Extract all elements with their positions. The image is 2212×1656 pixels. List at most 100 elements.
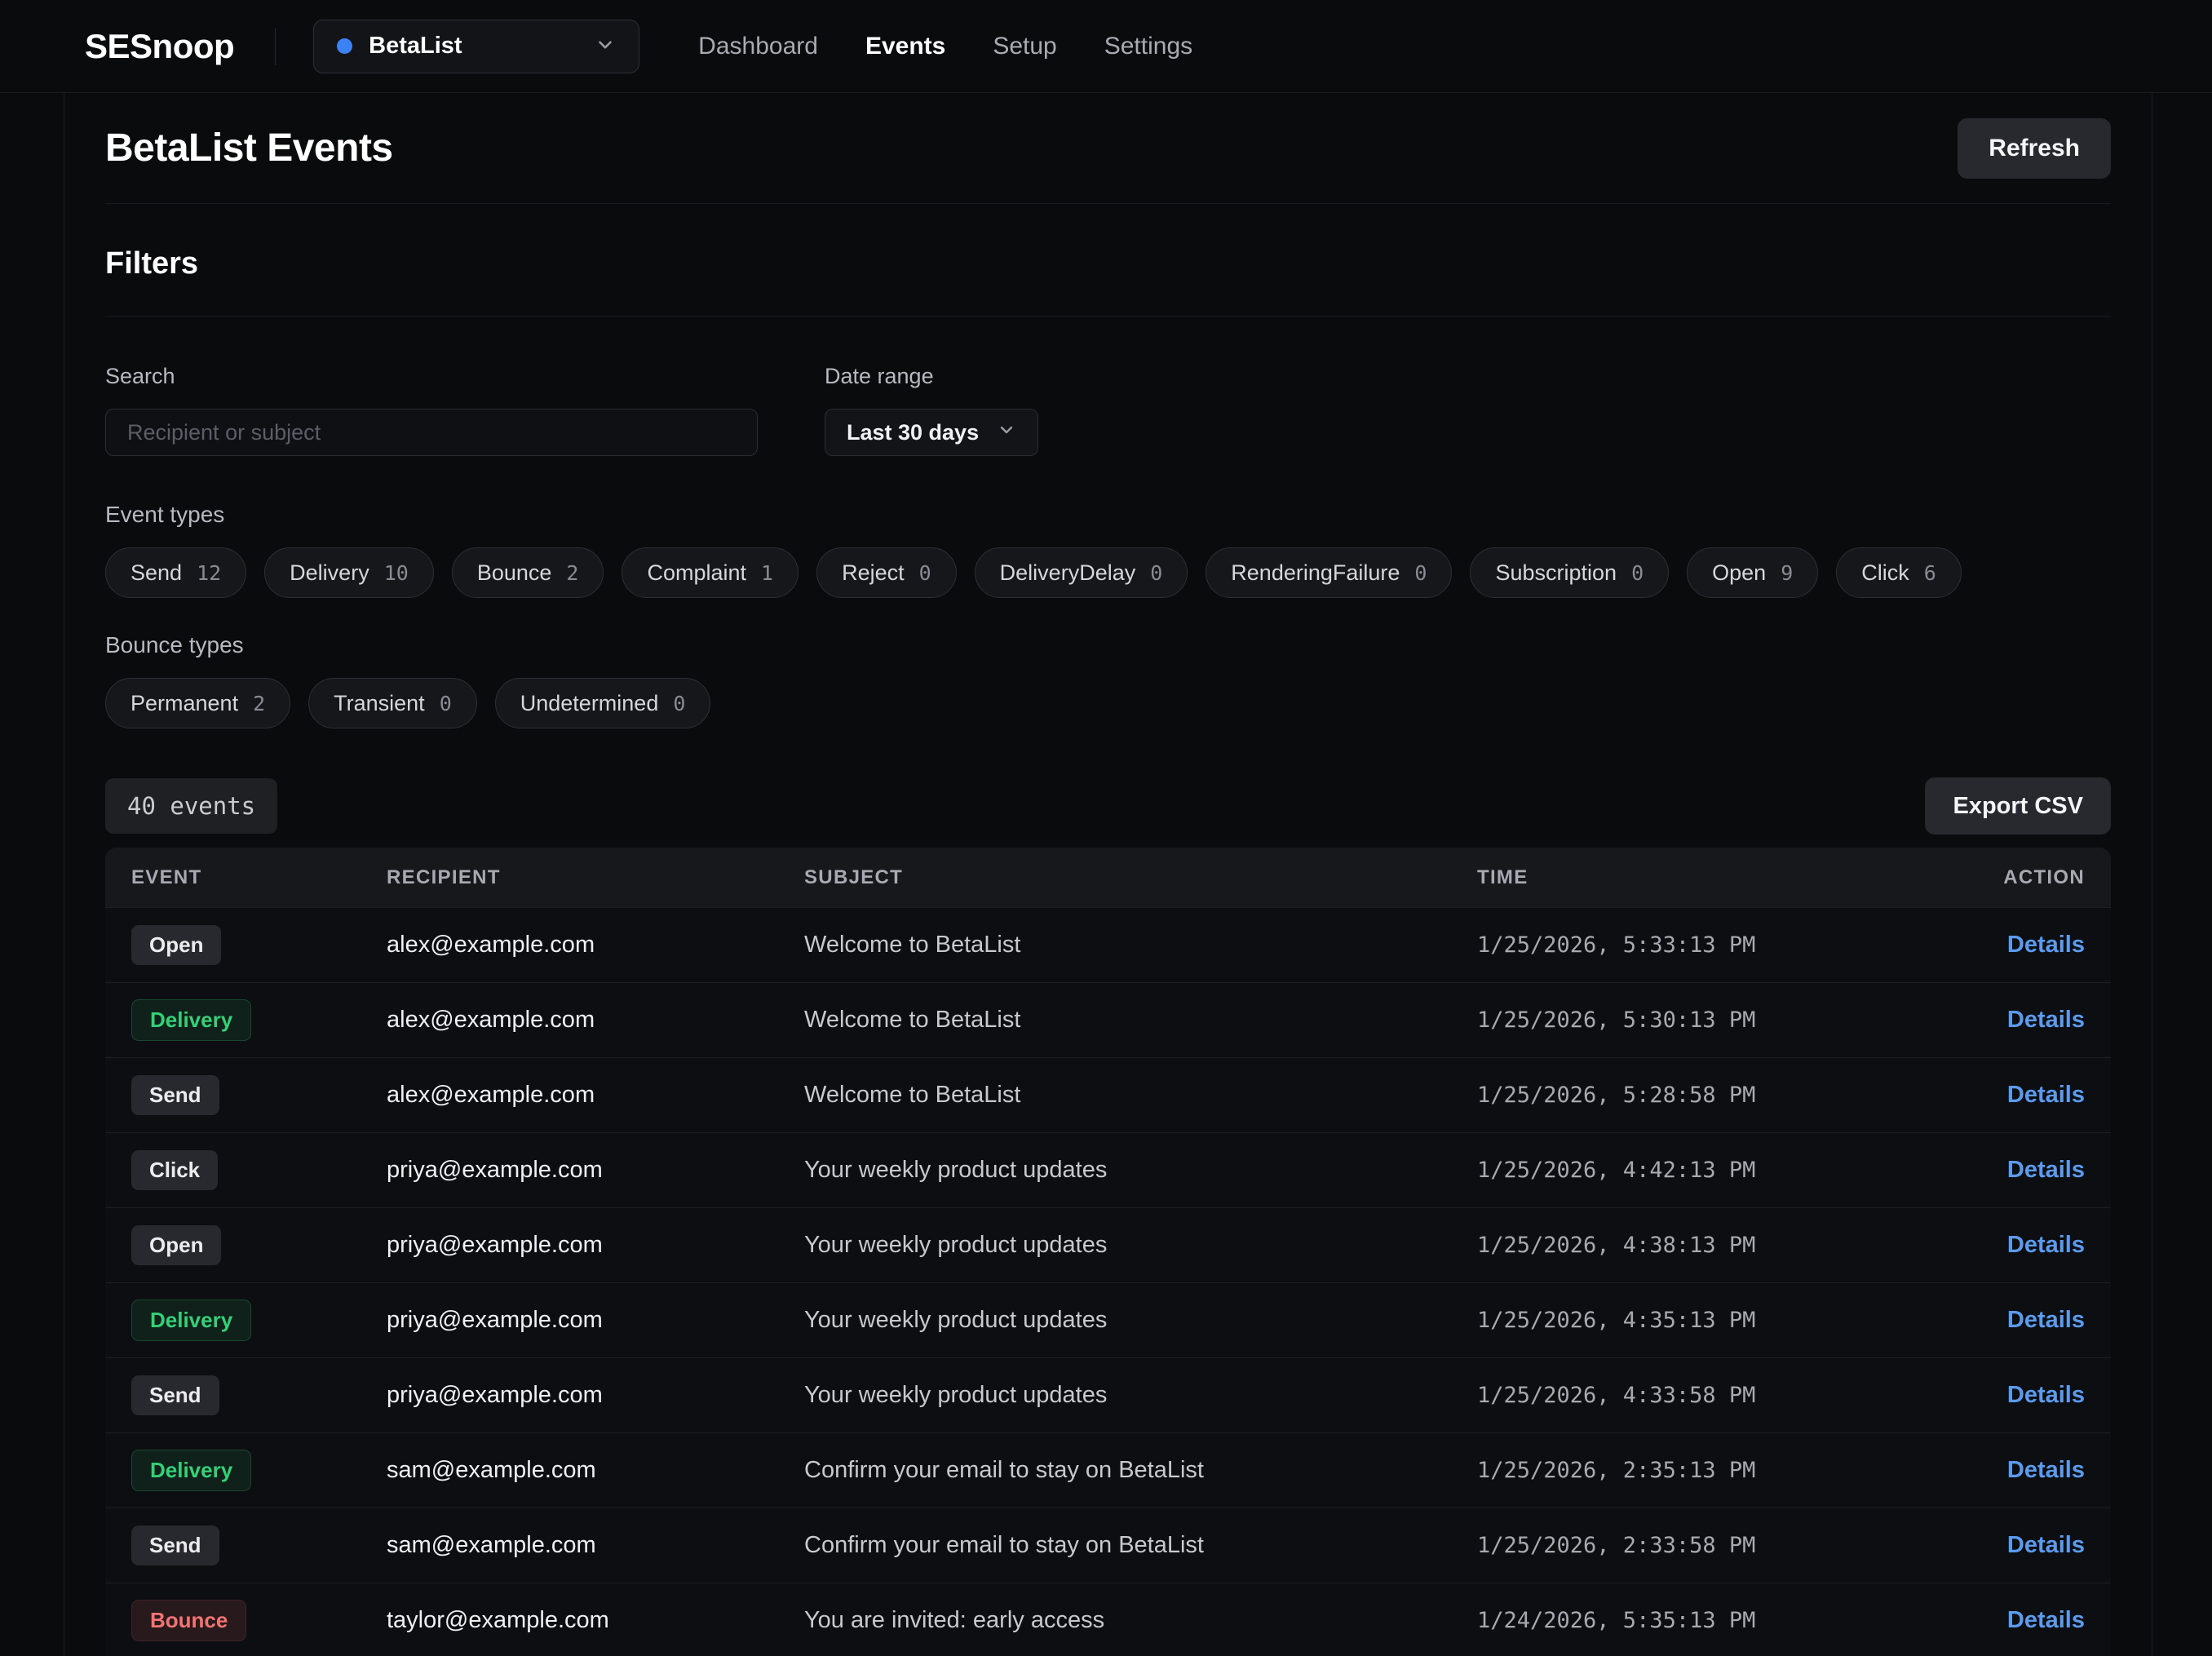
details-link[interactable]: Details (2007, 1007, 2085, 1033)
time-cell: 1/25/2026, 4:33:58 PM (1477, 1383, 1938, 1408)
date-range-value: Last 30 days (847, 420, 979, 445)
bounce-type-chips: Permanent 2 Transient 0 Undetermined 0 (105, 678, 2111, 728)
bounce-types-label: Bounce types (105, 632, 2111, 658)
recipient-cell: sam@example.com (387, 1457, 804, 1484)
event-type-badge: Delivery (131, 1300, 251, 1342)
date-range-label: Date range (825, 364, 1038, 389)
subject-cell: Welcome to BetaList (804, 932, 1477, 959)
column-header-event: EVENT (131, 866, 387, 889)
time-cell: 1/25/2026, 5:30:13 PM (1477, 1007, 1938, 1033)
table-row: Open priya@example.com Your weekly produ… (105, 1207, 2111, 1282)
filter-controls: Search Date range Last 30 days (105, 364, 2111, 456)
chevron-down-icon (997, 420, 1016, 445)
page-title: BetaList Events (105, 126, 393, 170)
subject-cell: Your weekly product updates (804, 1307, 1477, 1334)
event-type-badge: Click (131, 1150, 218, 1191)
subject-cell: Welcome to BetaList (804, 1007, 1477, 1034)
export-csv-button[interactable]: Export CSV (1925, 777, 2111, 835)
table-row: Click priya@example.com Your weekly prod… (105, 1132, 2111, 1207)
event-type-chip-click[interactable]: Click 6 (1836, 547, 1962, 598)
details-link[interactable]: Details (2007, 932, 2085, 958)
column-header-subject: SUBJECT (804, 866, 1477, 889)
event-type-chip-bounce[interactable]: Bounce 2 (452, 547, 604, 598)
event-type-chip-subscription[interactable]: Subscription 0 (1470, 547, 1669, 598)
table-row: Send alex@example.com Welcome to BetaLis… (105, 1057, 2111, 1132)
time-cell: 1/25/2026, 2:33:58 PM (1477, 1533, 1938, 1558)
subject-cell: Welcome to BetaList (804, 1082, 1477, 1109)
subject-cell: Your weekly product updates (804, 1382, 1477, 1409)
recipient-cell: alex@example.com (387, 1082, 804, 1109)
event-type-badge: Bounce (131, 1600, 246, 1642)
event-type-chip-complaint[interactable]: Complaint 1 (622, 547, 799, 598)
bounce-type-chip-undetermined[interactable]: Undetermined 0 (495, 678, 711, 728)
project-status-dot (337, 38, 352, 54)
event-type-badge: Delivery (131, 999, 251, 1042)
top-nav: SESnoop BetaList Dashboard Events Setup … (0, 0, 2212, 93)
refresh-button[interactable]: Refresh (1958, 118, 2111, 179)
search-group: Search (105, 364, 758, 456)
recipient-cell: alex@example.com (387, 932, 804, 959)
time-cell: 1/25/2026, 2:35:13 PM (1477, 1458, 1938, 1483)
project-selector[interactable]: BetaList (313, 20, 639, 73)
recipient-cell: alex@example.com (387, 1007, 804, 1034)
nav-divider (275, 28, 276, 65)
event-types-label: Event types (105, 502, 2111, 528)
page-header: BetaList Events Refresh (105, 93, 2111, 204)
subject-cell: Your weekly product updates (804, 1157, 1477, 1184)
project-selector-label: BetaList (369, 33, 462, 60)
table-row: Send sam@example.com Confirm your email … (105, 1508, 2111, 1583)
details-link[interactable]: Details (2007, 1307, 2085, 1333)
time-cell: 1/25/2026, 4:35:13 PM (1477, 1308, 1938, 1333)
time-cell: 1/25/2026, 4:42:13 PM (1477, 1158, 1938, 1183)
search-input[interactable] (105, 409, 758, 456)
events-count-badge: 40 events (105, 778, 277, 834)
event-type-chip-reject[interactable]: Reject 0 (816, 547, 957, 598)
time-cell: 1/25/2026, 5:33:13 PM (1477, 932, 1938, 958)
recipient-cell: taylor@example.com (387, 1607, 804, 1634)
recipient-cell: priya@example.com (387, 1232, 804, 1259)
table-body: Open alex@example.com Welcome to BetaLis… (105, 907, 2111, 1656)
column-header-time: TIME (1477, 866, 1938, 889)
event-type-badge: Open (131, 925, 221, 966)
nav-item-events[interactable]: Events (865, 33, 945, 60)
details-link[interactable]: Details (2007, 1157, 2085, 1183)
nav-item-dashboard[interactable]: Dashboard (698, 33, 818, 60)
event-type-chip-send[interactable]: Send 12 (105, 547, 246, 598)
bounce-type-chip-permanent[interactable]: Permanent 2 (105, 678, 290, 728)
event-type-chip-open[interactable]: Open 9 (1687, 547, 1818, 598)
table-row: Delivery priya@example.com Your weekly p… (105, 1282, 2111, 1357)
subject-cell: Confirm your email to stay on BetaList (804, 1457, 1477, 1484)
recipient-cell: sam@example.com (387, 1532, 804, 1559)
filters-heading: Filters (105, 246, 2111, 281)
recipient-cell: priya@example.com (387, 1382, 804, 1409)
nav-item-setup[interactable]: Setup (993, 33, 1056, 60)
event-type-chip-deliverydelay[interactable]: DeliveryDelay 0 (975, 547, 1188, 598)
event-type-badge: Delivery (131, 1450, 251, 1492)
event-type-badge: Send (131, 1075, 219, 1116)
table-row: Bounce taylor@example.com You are invite… (105, 1583, 2111, 1656)
details-link[interactable]: Details (2007, 1532, 2085, 1558)
table-row: Delivery alex@example.com Welcome to Bet… (105, 982, 2111, 1057)
main-content: BetaList Events Refresh Filters Search D… (64, 93, 2152, 1656)
time-cell: 1/25/2026, 5:28:58 PM (1477, 1083, 1938, 1108)
column-header-action: ACTION (1938, 866, 2085, 889)
table-header-row: EVENT RECIPIENT SUBJECT TIME ACTION (105, 848, 2111, 907)
details-link[interactable]: Details (2007, 1457, 2085, 1483)
chevron-down-icon (595, 34, 616, 58)
details-link[interactable]: Details (2007, 1382, 2085, 1408)
details-link[interactable]: Details (2007, 1232, 2085, 1258)
time-cell: 1/24/2026, 5:35:13 PM (1477, 1608, 1938, 1633)
details-link[interactable]: Details (2007, 1607, 2085, 1633)
date-range-group: Date range Last 30 days (825, 364, 1038, 456)
event-type-chip-delivery[interactable]: Delivery 10 (264, 547, 434, 598)
event-type-chips: Send 12 Delivery 10 Bounce 2 Complaint 1… (105, 547, 2111, 598)
bounce-type-chip-transient[interactable]: Transient 0 (308, 678, 477, 728)
subject-cell: You are invited: early access (804, 1607, 1477, 1634)
event-type-chip-renderingfailure[interactable]: RenderingFailure 0 (1206, 547, 1452, 598)
details-link[interactable]: Details (2007, 1082, 2085, 1108)
recipient-cell: priya@example.com (387, 1307, 804, 1334)
date-range-select[interactable]: Last 30 days (825, 409, 1038, 456)
nav-item-settings[interactable]: Settings (1104, 33, 1192, 60)
event-type-badge: Open (131, 1225, 221, 1266)
events-table: EVENT RECIPIENT SUBJECT TIME ACTION Open… (105, 848, 2111, 1656)
